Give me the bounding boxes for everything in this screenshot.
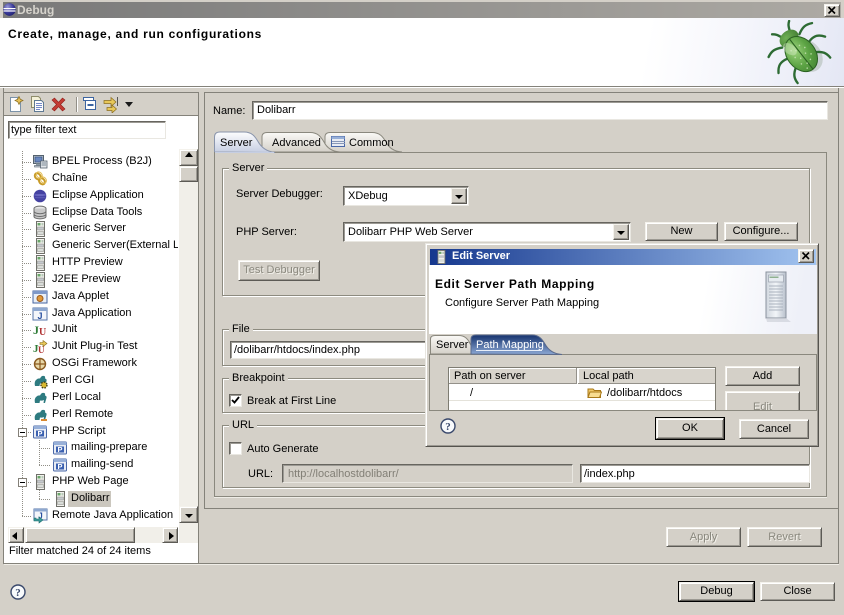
svg-text:Common: Common bbox=[349, 137, 394, 149]
svg-text:Advanced: Advanced bbox=[272, 137, 321, 149]
svg-text:Server: Server bbox=[220, 137, 253, 149]
svg-text:U: U bbox=[38, 345, 45, 355]
svg-text:U: U bbox=[39, 327, 46, 338]
svg-text:Path Mapping: Path Mapping bbox=[476, 339, 544, 351]
svg-text:?: ? bbox=[445, 421, 451, 433]
svg-text:P: P bbox=[57, 462, 62, 471]
svg-text:J: J bbox=[37, 311, 42, 321]
svg-text:?: ? bbox=[15, 587, 21, 599]
svg-text:P: P bbox=[57, 445, 62, 454]
svg-text:P: P bbox=[37, 429, 42, 438]
svg-text:Server: Server bbox=[436, 339, 469, 351]
